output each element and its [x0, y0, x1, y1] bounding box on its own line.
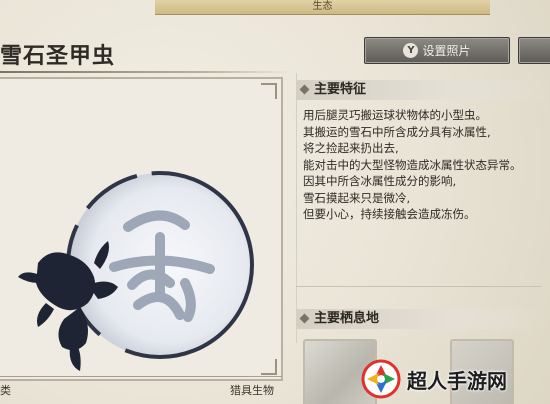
- footer-bar: 类 猎具生物: [0, 377, 282, 404]
- description-line: 但要小心，持续接触会造成冻伤。: [303, 207, 476, 221]
- description-line: 因其中所含冰属性成分的影响,: [303, 174, 457, 188]
- category-value: 猎具生物: [230, 384, 274, 397]
- page-title: 雪石圣甲虫: [0, 44, 116, 69]
- watermark-text: 超人手游网: [407, 368, 507, 393]
- diamond-bullet-icon: [299, 84, 310, 95]
- description-line: 雪石摸起来只是微冷,: [303, 190, 411, 205]
- watermark-logo-icon: [361, 359, 401, 399]
- set-photo-button[interactable]: Y 设置照片: [364, 37, 510, 64]
- description-line: 其搬运的雪石中所含成分具有冰属性,: [303, 124, 491, 139]
- title-underline: [0, 71, 290, 73]
- description-line: 用后腿灵巧搬运球状物体的小型虫。: [303, 108, 487, 122]
- set-photo-label: 设置照片: [422, 44, 471, 58]
- description-line: 能对击中的大型怪物造成冰属性状态异常。: [303, 157, 522, 172]
- y-button-icon: Y: [403, 43, 419, 58]
- tab-ecology[interactable]: 生态: [155, 0, 490, 15]
- habitat-heading-label: 主要栖息地: [314, 311, 380, 326]
- diamond-bullet-icon: [299, 313, 310, 324]
- section-divider: [296, 286, 541, 287]
- snowstone-beetle-illustration: [18, 171, 254, 371]
- creature-image-panel: [0, 77, 283, 381]
- features-description: 用后腿灵巧搬运球状物体的小型虫。 其搬运的雪石中所含成分具有冰属性, 将之捡起来…: [303, 107, 550, 223]
- features-heading-label: 主要特征: [314, 82, 367, 97]
- watermark: 超人手游网: [361, 354, 550, 404]
- category-label: 类: [0, 384, 11, 397]
- description-line: 将之捡起来扔出去,: [303, 141, 399, 155]
- secondary-button[interactable]: [518, 37, 550, 64]
- features-heading: 主要特征: [296, 80, 550, 100]
- habitat-heading: 主要栖息地: [296, 309, 550, 329]
- tab-ecology-label: 生态: [312, 1, 333, 12]
- ecology-page: 生态 雪石圣甲虫 Y 设置照片 类 猎具生物 主要特征 用后腿灵巧搬运球状物体的…: [0, 0, 550, 404]
- panel-divider: [296, 73, 297, 343]
